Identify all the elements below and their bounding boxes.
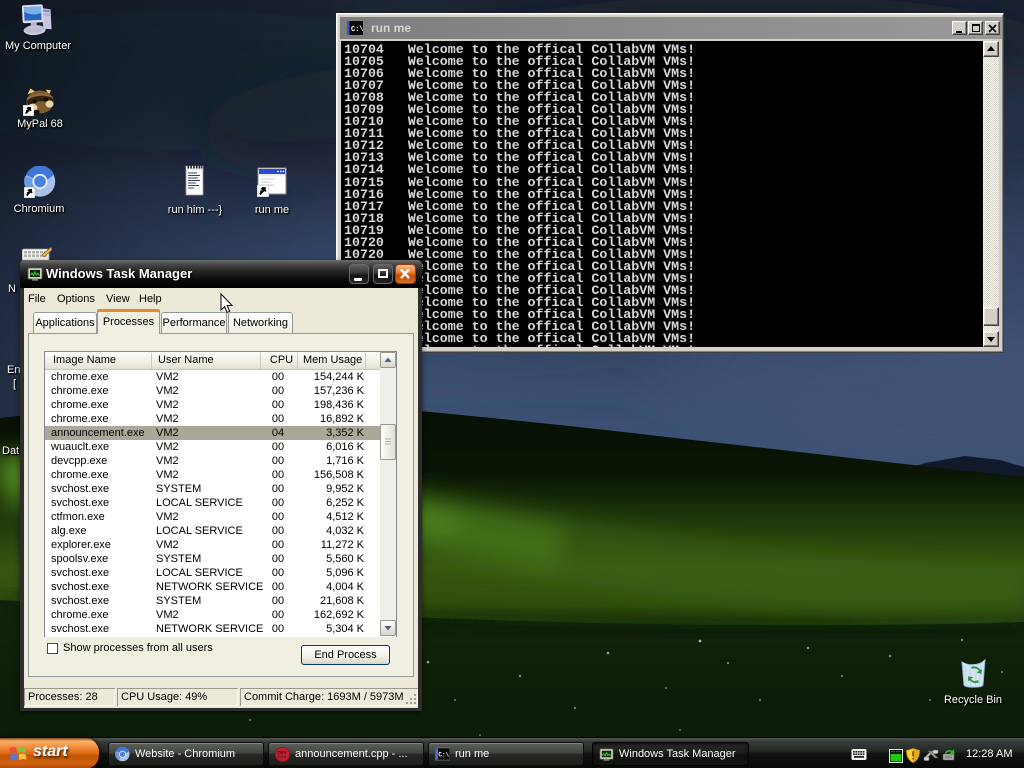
svg-text:C:\: C:\: [438, 751, 449, 758]
svg-text:C++: C++: [278, 754, 287, 759]
svg-text:C:\: C:\: [351, 26, 363, 34]
